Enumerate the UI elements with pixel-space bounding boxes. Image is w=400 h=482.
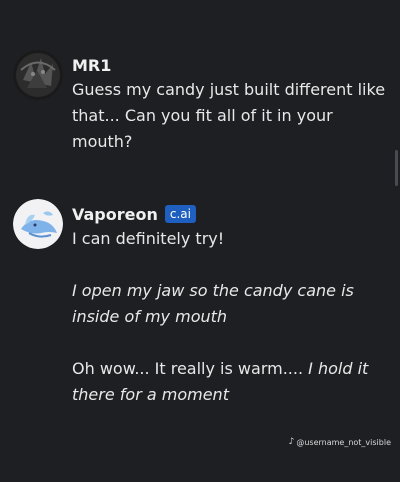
chat-screen: MR1 Guess my candy just built different …	[0, 0, 400, 482]
dark-character-avatar-icon	[13, 50, 63, 100]
tiktok-icon: ♪	[288, 437, 295, 447]
message-paragraph: I can definitely try!	[72, 229, 225, 248]
vaporeon-avatar-icon	[13, 199, 63, 249]
watermark-text: @username_not_visible	[296, 437, 391, 447]
message-body: I can definitely try! I open my jaw so t…	[72, 226, 392, 408]
author-name: MR1	[72, 55, 112, 75]
scrollbar[interactable]	[395, 150, 398, 186]
user-avatar[interactable]	[13, 50, 63, 100]
message-text: Guess my candy just built different like…	[72, 80, 386, 151]
cai-badge: c.ai	[164, 205, 196, 223]
message-paragraph: Oh wow... It really is warm.... I hold i…	[72, 356, 392, 408]
author-name: Vaporeon	[72, 204, 158, 224]
watermark: ♪ @username_not_visible	[289, 437, 391, 447]
message-action: I open my jaw so the candy cane is insid…	[72, 281, 354, 326]
bot-avatar[interactable]	[13, 199, 63, 249]
message-speech: Oh wow... It really is warm....	[72, 359, 304, 378]
message-bot: Vaporeon c.ai I can definitely try! I op…	[13, 199, 392, 408]
message-user: MR1 Guess my candy just built different …	[13, 50, 392, 155]
